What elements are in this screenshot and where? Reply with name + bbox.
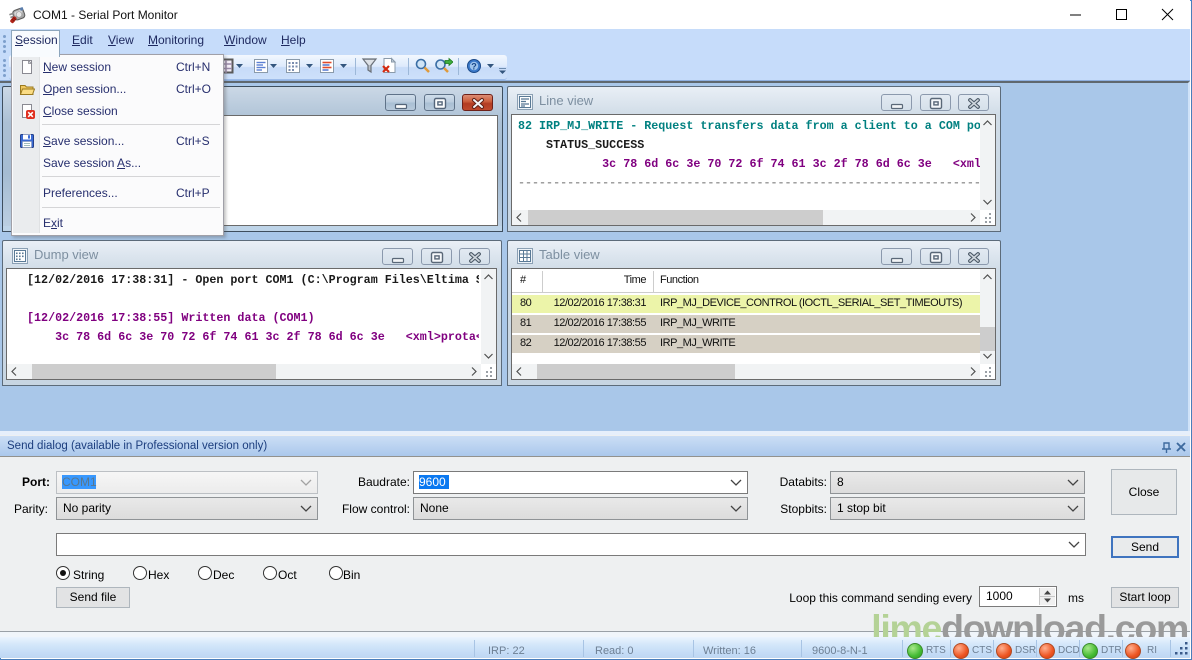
svg-text:?: ?	[471, 62, 477, 72]
